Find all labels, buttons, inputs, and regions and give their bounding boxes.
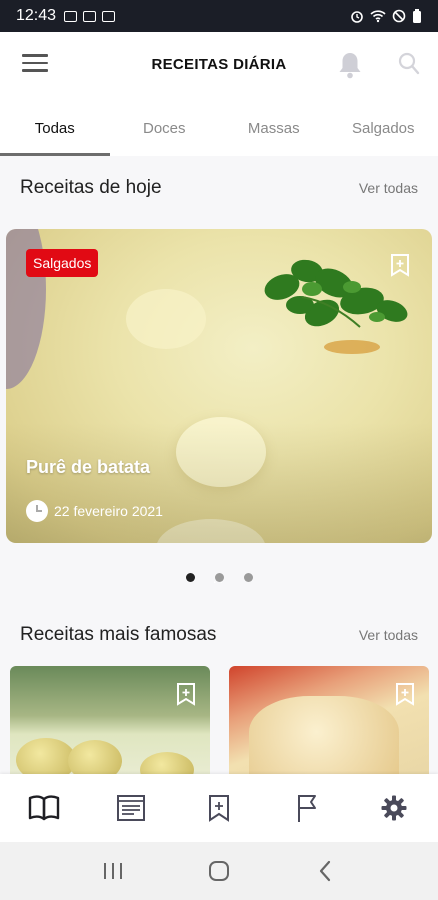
newspaper-icon xyxy=(117,795,146,821)
bookmark-icon[interactable] xyxy=(176,682,196,706)
carousel-indicator xyxy=(0,573,438,582)
today-section-header: Receitas de hoje Ver todas xyxy=(20,177,418,199)
do-not-disturb-icon xyxy=(392,9,406,23)
puree-texture xyxy=(126,289,206,349)
bottom-navigation xyxy=(0,774,438,842)
gallery-icon xyxy=(64,10,78,22)
recent-apps-icon xyxy=(104,863,122,879)
status-time: 12:43 xyxy=(16,7,57,24)
today-section-title: Receitas de hoje xyxy=(20,177,162,198)
home-button[interactable] xyxy=(204,856,234,886)
system-icons xyxy=(350,8,422,24)
featured-recipe-card[interactable]: Salgados Purê de batata 22 fevereiro 202… xyxy=(6,229,432,543)
famous-recipe-card[interactable] xyxy=(229,666,429,776)
nav-report[interactable] xyxy=(287,788,327,828)
bookmark-icon[interactable] xyxy=(395,682,415,706)
carousel-dot[interactable] xyxy=(214,573,224,582)
featured-recipe-date-row: 22 fevereiro 2021 xyxy=(26,500,163,522)
famous-recipe-card[interactable] xyxy=(10,666,210,776)
featured-recipe-date: 22 fevereiro 2021 xyxy=(54,503,163,519)
gear-icon xyxy=(381,795,407,821)
app-title: RECEITAS DIÁRIA xyxy=(151,56,287,73)
alarm-icon xyxy=(351,11,363,23)
gratin-image xyxy=(249,696,399,776)
potato-image xyxy=(16,738,76,776)
famous-see-all-link[interactable]: Ver todas xyxy=(359,627,418,643)
potato-image xyxy=(140,752,194,776)
flag-icon xyxy=(297,795,316,822)
notification-icons: ·· xyxy=(64,10,224,589)
notification-bell-icon[interactable] xyxy=(336,50,364,80)
image-gradient-overlay xyxy=(6,423,432,543)
back-icon xyxy=(319,860,331,882)
battery-icon xyxy=(413,8,421,23)
nav-recipes[interactable] xyxy=(24,788,64,828)
featured-recipe-name: Purê de batata xyxy=(26,457,151,477)
category-tabs: Todas Doces Massas Salgados xyxy=(0,98,438,156)
nav-saved[interactable] xyxy=(199,788,239,828)
search-icon[interactable] xyxy=(396,50,422,78)
system-navigation-bar xyxy=(0,842,438,900)
bookmark-icon[interactable] xyxy=(390,253,410,277)
back-button[interactable] xyxy=(310,856,340,886)
famous-section-header: Receitas mais famosas Ver todas xyxy=(20,624,418,646)
app-bar: RECEITAS DIÁRIA xyxy=(0,32,438,98)
today-see-all-link[interactable]: Ver todas xyxy=(359,180,418,196)
bookmark-icon xyxy=(208,795,229,822)
home-icon xyxy=(209,861,229,881)
tab-todas[interactable]: Todas xyxy=(0,98,110,156)
carousel-dot[interactable] xyxy=(185,573,195,582)
book-icon xyxy=(28,795,59,821)
laptop-icon xyxy=(102,10,116,22)
category-badge: Salgados xyxy=(26,249,99,277)
clock-icon xyxy=(26,500,48,522)
nav-settings[interactable] xyxy=(374,788,414,828)
potato-image xyxy=(68,740,122,776)
status-bar: 12:43 ·· xyxy=(0,0,438,589)
download-icon xyxy=(83,10,97,22)
tab-salgados[interactable]: Salgados xyxy=(329,98,438,156)
famous-section-title: Receitas mais famosas xyxy=(20,624,217,645)
tab-massas[interactable]: Massas xyxy=(219,98,329,156)
wifi-icon xyxy=(370,10,386,23)
recent-apps-button[interactable] xyxy=(98,856,128,886)
tab-doces[interactable]: Doces xyxy=(110,98,220,156)
nav-news[interactable] xyxy=(111,788,151,828)
carousel-dot[interactable] xyxy=(243,573,253,582)
